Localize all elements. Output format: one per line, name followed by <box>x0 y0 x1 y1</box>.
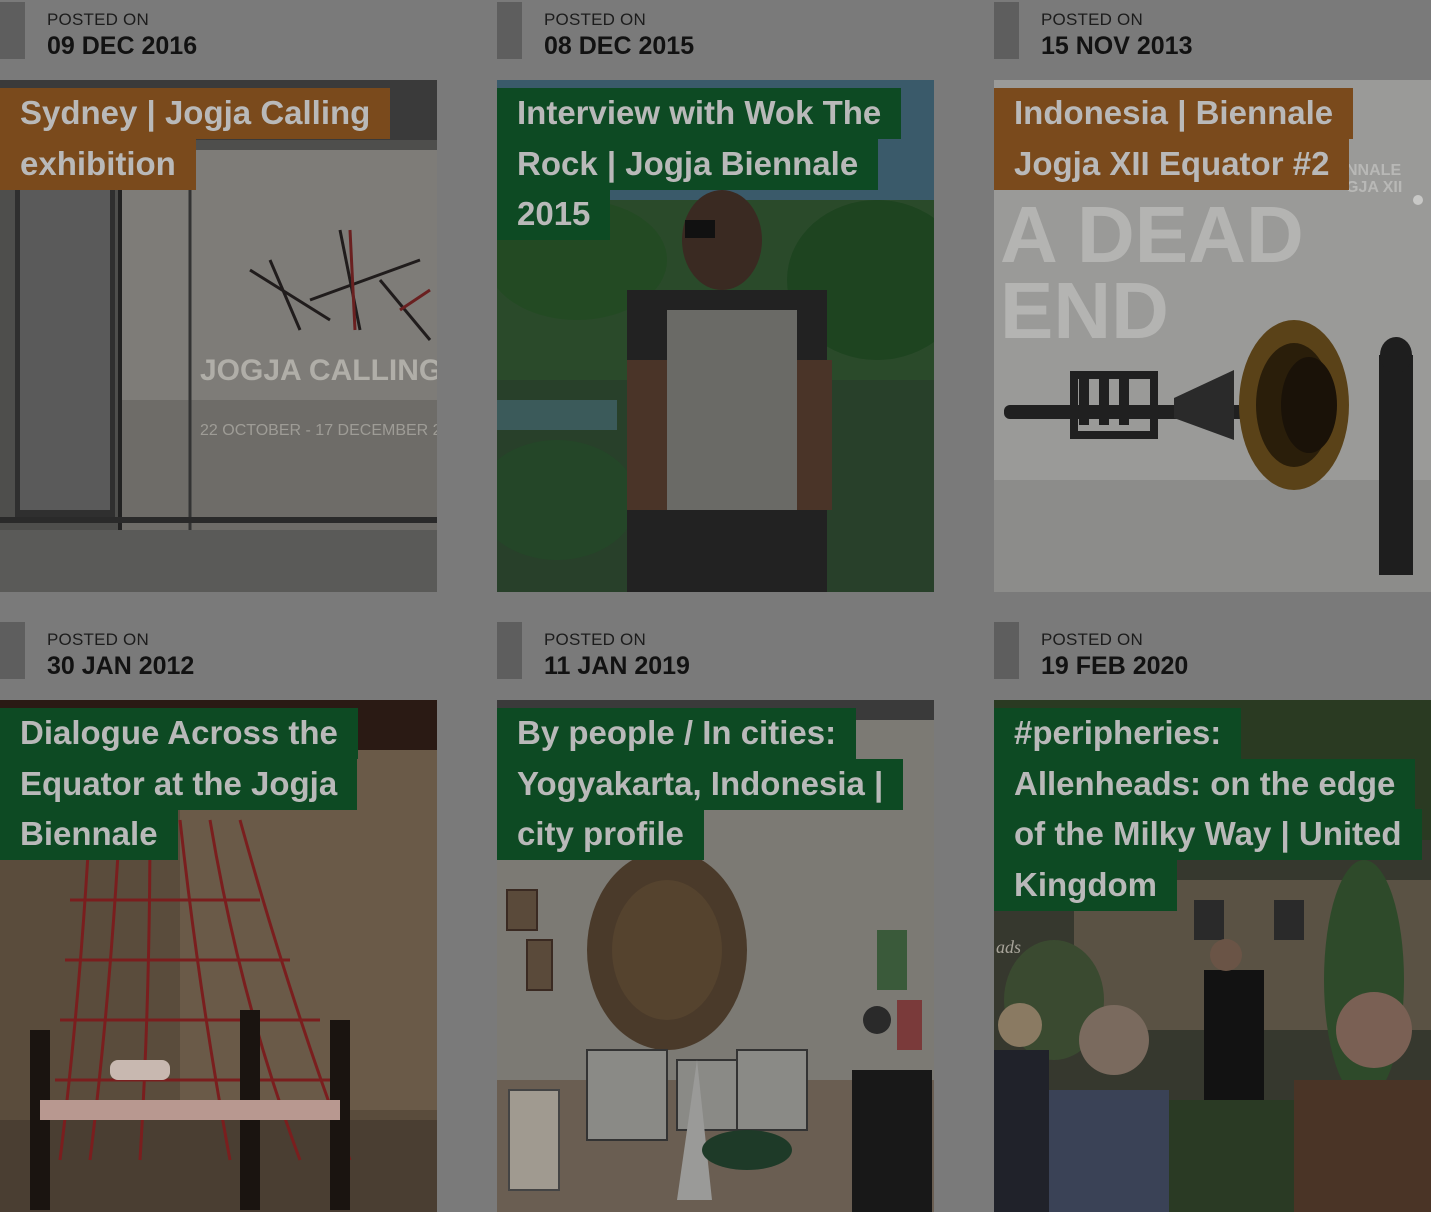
post-thumbnail[interactable]: By people / In cities: Yogyakarta, Indon… <box>497 700 934 1212</box>
posted-on-label: POSTED ON <box>47 10 149 29</box>
date-marker <box>0 622 25 679</box>
svg-text:22 OCTOBER - 17 DECEMBER 20: 22 OCTOBER - 17 DECEMBER 20 <box>200 422 437 439</box>
post-date: 30 JAN 2012 <box>47 652 195 680</box>
posted-on-label: POSTED ON <box>544 10 646 29</box>
post-date: 19 FEB 2020 <box>1041 652 1189 680</box>
post-title[interactable]: Dialogue Across the Equator at the Jogja… <box>0 708 420 860</box>
post-card[interactable]: POSTED ON 19 FEB 2020 ads #peripheries: … <box>994 620 1431 1212</box>
date-marker <box>0 2 25 59</box>
post-card[interactable]: POSTED ON 30 JAN 2012 Dialogue Across th… <box>0 620 437 1212</box>
date-marker <box>994 2 1019 59</box>
post-thumbnail[interactable]: JOGJA CALLING 22 OCTOBER - 17 DECEMBER 2… <box>0 80 437 592</box>
post-card[interactable]: POSTED ON 11 JAN 2019 By people / In cit… <box>497 620 934 1212</box>
post-title[interactable]: By people / In cities: Yogyakarta, Indon… <box>497 708 917 860</box>
post-thumbnail[interactable]: Interview with Wok The Rock | Jogja Bien… <box>497 80 934 592</box>
post-thumbnail[interactable]: ads #peripheries: Allenheads: on the edg… <box>994 700 1431 1212</box>
posted-on-label: POSTED ON <box>544 630 646 649</box>
svg-text:ads: ads <box>996 937 1021 957</box>
post-card[interactable]: POSTED ON 15 NOV 2013 A DEAD END NNALE G… <box>994 0 1431 600</box>
date-marker <box>497 622 522 679</box>
posted-on-label: POSTED ON <box>47 630 149 649</box>
post-title[interactable]: Interview with Wok The Rock | Jogja Bien… <box>497 88 917 240</box>
post-thumbnail[interactable]: Dialogue Across the Equator at the Jogja… <box>0 700 437 1212</box>
post-title[interactable]: Sydney | Jogja Calling exhibition <box>0 88 420 190</box>
post-meta: POSTED ON 09 DEC 2016 <box>0 0 437 80</box>
post-card[interactable]: POSTED ON 09 DEC 2016 JOGJA CALLING 22 O… <box>0 0 437 600</box>
post-date: 08 DEC 2015 <box>544 32 695 60</box>
post-card[interactable]: POSTED ON 08 DEC 2015 Interview with Wok… <box>497 0 934 600</box>
post-meta: POSTED ON 08 DEC 2015 <box>497 0 934 80</box>
post-meta: POSTED ON 11 JAN 2019 <box>497 620 934 700</box>
svg-text:JOGJA CALLING: JOGJA CALLING <box>200 354 437 387</box>
svg-text:END: END <box>1000 266 1169 355</box>
post-title[interactable]: Indonesia | Biennale Jogja XII Equator #… <box>994 88 1414 190</box>
post-meta: POSTED ON 15 NOV 2013 <box>994 0 1431 80</box>
posted-on-label: POSTED ON <box>1041 630 1143 649</box>
posted-on-label: POSTED ON <box>1041 10 1143 29</box>
date-marker <box>497 2 522 59</box>
post-date: 15 NOV 2013 <box>1041 32 1193 60</box>
post-date: 11 JAN 2019 <box>544 652 690 680</box>
post-title[interactable]: #peripheries: Allenheads: on the edge of… <box>994 708 1422 911</box>
post-date: 09 DEC 2016 <box>47 32 198 60</box>
post-meta: POSTED ON 19 FEB 2020 <box>994 620 1431 700</box>
post-meta: POSTED ON 30 JAN 2012 <box>0 620 437 700</box>
date-marker <box>994 622 1019 679</box>
post-thumbnail[interactable]: A DEAD END NNALE GJA XII Indonesia | Bie… <box>994 80 1431 592</box>
